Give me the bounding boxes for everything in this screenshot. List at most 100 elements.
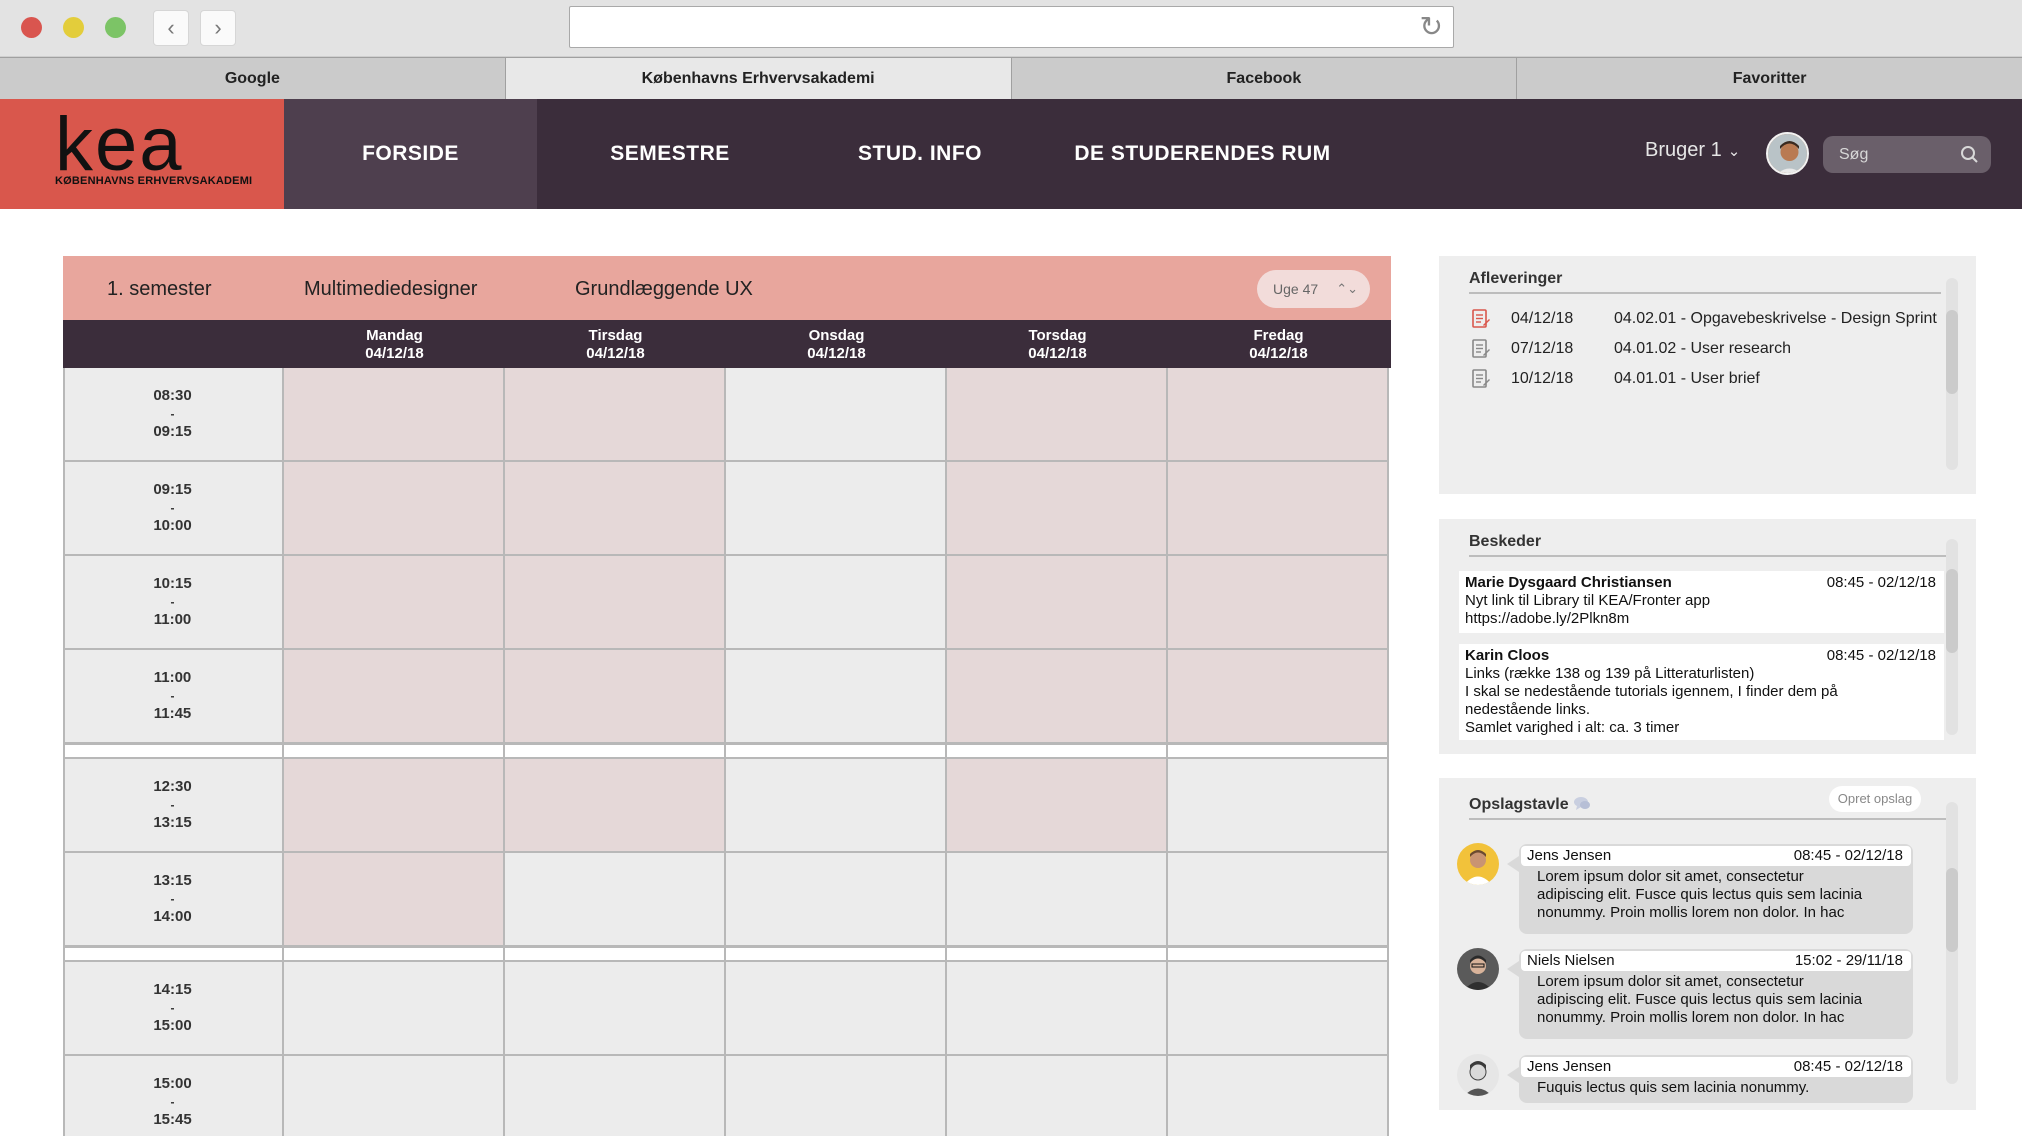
- maximize-window-button[interactable]: [105, 17, 126, 38]
- post-header: Jens Jensen 08:45 - 02/12/18: [1521, 846, 1911, 866]
- avatar[interactable]: [1457, 843, 1499, 885]
- time-slot: 15:00 - 15:45: [63, 1056, 284, 1136]
- booked-class-cell[interactable]: [505, 650, 726, 744]
- browser-toolbar: ‹ › ↻: [0, 0, 2022, 57]
- empty-slot-cell[interactable]: [1168, 962, 1389, 1056]
- empty-slot-cell[interactable]: [505, 1056, 726, 1136]
- booked-class-cell[interactable]: [505, 462, 726, 556]
- nav-semestre[interactable]: SEMESTRE: [555, 99, 785, 209]
- messages-scrollbar[interactable]: [1946, 539, 1958, 735]
- empty-slot-cell[interactable]: [1168, 853, 1389, 947]
- booked-class-cell[interactable]: [947, 650, 1168, 744]
- forward-button[interactable]: ›: [200, 10, 236, 46]
- booked-class-cell[interactable]: [505, 556, 726, 650]
- nav-forside[interactable]: FORSIDE: [284, 99, 537, 209]
- user-menu[interactable]: Bruger 1 ⌄: [1645, 139, 1740, 162]
- post-bubble[interactable]: Jens Jensen 08:45 - 02/12/18 Fuquis lect…: [1507, 1055, 1913, 1103]
- chevron-down-icon: ⌄: [1727, 143, 1741, 160]
- post-bubble[interactable]: Jens Jensen 08:45 - 02/12/18 Lorem ipsum…: [1507, 844, 1913, 934]
- board-title-text: Opslagstavle: [1469, 796, 1569, 813]
- empty-slot-cell[interactable]: [726, 759, 947, 853]
- booked-class-cell[interactable]: [505, 759, 726, 853]
- course-label[interactable]: Grundlæggende UX: [575, 278, 753, 301]
- post-time: 08:45 - 02/12/18: [1793, 1058, 1903, 1075]
- back-button[interactable]: ‹: [153, 10, 189, 46]
- nav-stud-info[interactable]: STUD. INFO: [810, 99, 1030, 209]
- booked-class-cell[interactable]: [284, 759, 505, 853]
- tab-facebook[interactable]: Facebook: [1010, 57, 1517, 99]
- slot-start: 13:15: [153, 872, 192, 889]
- nav-studerendes-rum[interactable]: DE STUDERENDES RUM: [1055, 99, 1350, 209]
- empty-slot-cell[interactable]: [726, 368, 947, 462]
- scrollbar-thumb[interactable]: [1946, 569, 1958, 653]
- empty-slot-cell[interactable]: [947, 962, 1168, 1056]
- tab-google[interactable]: Google: [0, 57, 505, 99]
- empty-slot-cell[interactable]: [284, 1056, 505, 1136]
- minimize-window-button[interactable]: [63, 17, 84, 38]
- address-bar[interactable]: ↻: [569, 6, 1454, 48]
- break-row: [726, 947, 947, 962]
- message-line: https://adobe.ly/2Plkn8m: [1465, 610, 1630, 627]
- close-window-button[interactable]: [21, 17, 42, 38]
- deliveries-scrollbar[interactable]: [1946, 278, 1958, 470]
- avatar[interactable]: [1457, 948, 1499, 990]
- slot-separator: -: [170, 501, 175, 515]
- user-avatar[interactable]: [1766, 132, 1809, 175]
- board-scrollbar[interactable]: [1946, 802, 1958, 1084]
- booked-class-cell[interactable]: [1168, 368, 1389, 462]
- empty-slot-cell[interactable]: [726, 1056, 947, 1136]
- booked-class-cell[interactable]: [947, 462, 1168, 556]
- empty-slot-cell[interactable]: [947, 1056, 1168, 1136]
- reload-icon[interactable]: ↻: [1420, 12, 1443, 42]
- scrollbar-thumb[interactable]: [1946, 868, 1958, 952]
- empty-slot-cell[interactable]: [726, 853, 947, 947]
- search-icon[interactable]: [1959, 136, 1979, 173]
- break-row: [726, 744, 947, 759]
- booked-class-cell[interactable]: [1168, 556, 1389, 650]
- booked-class-cell[interactable]: [505, 368, 726, 462]
- empty-slot-cell[interactable]: [726, 962, 947, 1056]
- booked-class-cell[interactable]: [1168, 650, 1389, 744]
- week-label: Uge 47: [1273, 281, 1319, 297]
- break-row: [284, 947, 505, 962]
- booked-class-cell[interactable]: [947, 368, 1168, 462]
- empty-slot-cell[interactable]: [505, 853, 726, 947]
- tab-kea[interactable]: Københavns Erhvervsakademi: [504, 57, 1011, 99]
- booked-class-cell[interactable]: [947, 759, 1168, 853]
- empty-slot-cell[interactable]: [726, 462, 947, 556]
- tab-favoritter[interactable]: Favoritter: [1516, 57, 2022, 99]
- board-panel: Opslagstavle Opret opslag Jens Jensen 08…: [1439, 778, 1976, 1110]
- delivery-date: 10/12/18: [1511, 370, 1574, 387]
- booked-class-cell[interactable]: [284, 368, 505, 462]
- break-row: [63, 744, 284, 759]
- kea-logo[interactable]: kea KØBENHAVNS ERHVERVSAKADEMI: [0, 99, 284, 209]
- message-item[interactable]: Karin Cloos 08:45 - 02/12/18 Links (rækk…: [1459, 644, 1944, 740]
- search-input[interactable]: Søg: [1823, 136, 1991, 173]
- booked-class-cell[interactable]: [284, 462, 505, 556]
- empty-slot-cell[interactable]: [726, 556, 947, 650]
- booked-class-cell[interactable]: [1168, 462, 1389, 556]
- message-item[interactable]: Marie Dysgaard Christiansen 08:45 - 02/1…: [1459, 571, 1944, 633]
- week-selector[interactable]: Uge 47 ⌃⌄: [1257, 270, 1370, 308]
- booked-class-cell[interactable]: [284, 556, 505, 650]
- message-time: 08:45 - 02/12/18: [1826, 574, 1936, 591]
- empty-slot-cell[interactable]: [1168, 759, 1389, 853]
- week-stepper-icon[interactable]: ⌃⌄: [1336, 270, 1358, 308]
- empty-slot-cell[interactable]: [284, 962, 505, 1056]
- create-post-button[interactable]: Opret opslag: [1829, 786, 1921, 812]
- booked-class-cell[interactable]: [284, 650, 505, 744]
- post-bubble[interactable]: Niels Nielsen 15:02 - 29/11/18 Lorem ips…: [1507, 949, 1913, 1039]
- semester-label[interactable]: 1. semester: [107, 278, 211, 301]
- break-row: [1168, 744, 1389, 759]
- empty-slot-cell[interactable]: [947, 853, 1168, 947]
- avatar[interactable]: [1457, 1054, 1499, 1096]
- empty-slot-cell[interactable]: [726, 650, 947, 744]
- empty-slot-cell[interactable]: [505, 962, 726, 1056]
- scrollbar-thumb[interactable]: [1946, 310, 1958, 394]
- booked-class-cell[interactable]: [284, 853, 505, 947]
- booked-class-cell[interactable]: [947, 556, 1168, 650]
- slot-separator: -: [170, 407, 175, 421]
- day-header-3: Torsdag 04/12/18: [947, 320, 1168, 368]
- empty-slot-cell[interactable]: [1168, 1056, 1389, 1136]
- education-label[interactable]: Multimediedesigner: [304, 278, 477, 301]
